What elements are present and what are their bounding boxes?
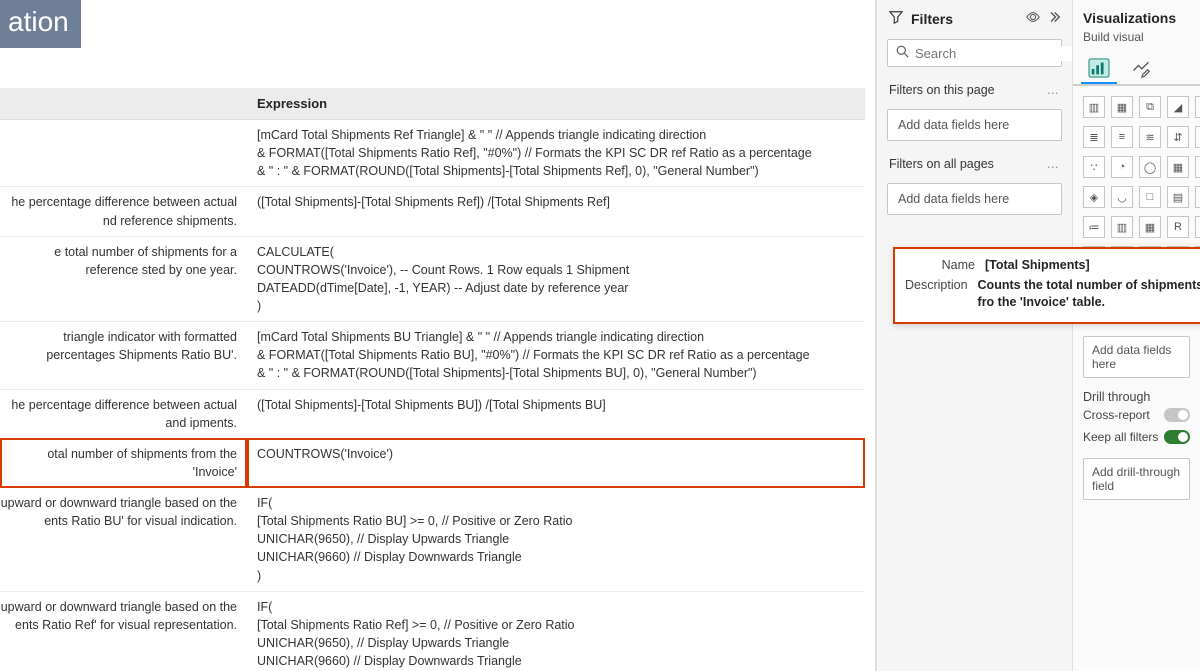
report-canvas[interactable]: ation Expression [mCard Total Shipments …	[0, 0, 875, 671]
table-row[interactable]: triangle indicator with formatted percen…	[0, 322, 865, 389]
filters-on-all-label: Filters on all pages	[889, 157, 994, 171]
viz-type-filled[interactable]: ◈	[1083, 186, 1105, 208]
viz-type-bar[interactable]: ▥	[1083, 96, 1105, 118]
viz-type-pie[interactable]: ◔	[1111, 156, 1133, 178]
col-expression-header: Expression	[247, 88, 865, 120]
tab-build-visual[interactable]	[1085, 54, 1113, 82]
keep-filters-label: Keep all filters	[1083, 430, 1158, 444]
cross-report-toggle[interactable]	[1164, 408, 1190, 422]
funnel-icon	[889, 10, 903, 27]
viz-type-stacked[interactable]: ≣	[1083, 126, 1105, 148]
keep-filters-toggle[interactable]	[1164, 430, 1190, 444]
cell-description: he percentage difference between actual …	[0, 187, 247, 236]
cell-description: e total number of shipments for a refere…	[0, 236, 247, 322]
cell-description: otal number of shipments from the 'Invoi…	[0, 438, 247, 487]
values-dropzone[interactable]: Add data fields here	[1083, 336, 1190, 378]
viz-type-card[interactable]: □	[1139, 186, 1161, 208]
viz-type-ribbon[interactable]: ≋	[1139, 126, 1161, 148]
viz-type-combo[interactable]: ⧫	[1195, 96, 1200, 118]
filters-all-dropzone[interactable]: Add data fields here	[887, 183, 1062, 215]
cell-expression: ([Total Shipments]-[Total Shipments BU])…	[247, 389, 865, 438]
viz-type-kpi[interactable]: ◆	[1195, 186, 1200, 208]
cell-description: upward or downward triangle based on the…	[0, 488, 247, 592]
tooltip-name-value: [Total Shipments]	[985, 257, 1200, 275]
table-row[interactable]: he percentage difference between actual …	[0, 187, 865, 236]
visualizations-pane: Visualizations Build visual ▥ ▦ ⧉ ◢ ⧫ ≣ ≡ ≋ ⇵ ▽ ∵ ◔…	[1072, 0, 1200, 671]
filters-page-dropzone[interactable]: Add data fields here	[887, 109, 1062, 141]
filters-pane: Filters Filters on this page …	[876, 0, 1072, 671]
viz-type-funnel[interactable]: ▽	[1195, 126, 1200, 148]
table-row[interactable]: upward or downward triangle based on the…	[0, 591, 865, 671]
cell-description	[0, 120, 247, 187]
cell-expression: [mCard Total Shipments Ref Triangle] & "…	[247, 120, 865, 187]
page-title-fragment: ation	[0, 0, 81, 48]
drill-through-label: Drill through	[1083, 390, 1190, 404]
col-description-header	[0, 88, 247, 120]
filters-title: Filters	[911, 11, 1018, 27]
table-row[interactable]: e total number of shipments for a refere…	[0, 236, 865, 322]
viz-type-py[interactable]: Py	[1195, 216, 1200, 238]
viz-type-map[interactable]: ⊞	[1195, 156, 1200, 178]
viz-type-rscript[interactable]: R	[1167, 216, 1189, 238]
viz-type-matrix[interactable]: ▦	[1139, 216, 1161, 238]
viz-type-line[interactable]: ⧉	[1139, 96, 1161, 118]
table-row[interactable]: he percentage difference between actual …	[0, 389, 865, 438]
viz-type-waterfall[interactable]: ⇵	[1167, 126, 1189, 148]
viz-type-area[interactable]: ◢	[1167, 96, 1189, 118]
measure-tooltip: Name [Total Shipments] Description Count…	[893, 247, 1200, 324]
tooltip-desc-value: Counts the total number of shipments fro…	[978, 277, 1200, 312]
viz-title: Visualizations	[1083, 10, 1190, 26]
eye-icon[interactable]	[1026, 10, 1040, 27]
filters-search[interactable]	[887, 39, 1062, 67]
viz-type-stacked2[interactable]: ≡	[1111, 126, 1133, 148]
cell-description: he percentage difference between actual …	[0, 389, 247, 438]
cell-expression: CALCULATE( COUNTROWS('Invoice'), -- Coun…	[247, 236, 865, 322]
viz-type-col[interactable]: ▦	[1111, 96, 1133, 118]
cell-expression: ([Total Shipments]-[Total Shipments Ref]…	[247, 187, 865, 236]
viz-type-treemap[interactable]: ▦	[1167, 156, 1189, 178]
viz-type-multi[interactable]: ▤	[1167, 186, 1189, 208]
viz-type-gauge[interactable]: ◡	[1111, 186, 1133, 208]
filters-search-input[interactable]	[915, 46, 1091, 61]
table-row[interactable]: [mCard Total Shipments Ref Triangle] & "…	[0, 120, 865, 187]
search-icon	[896, 45, 909, 61]
drill-through-dropzone[interactable]: Add drill-through field	[1083, 458, 1190, 500]
cell-expression: IF( [Total Shipments Ratio Ref] >= 0, //…	[247, 591, 865, 671]
measures-table[interactable]: Expression [mCard Total Shipments Ref Tr…	[0, 88, 865, 671]
ellipsis-icon[interactable]: …	[1047, 83, 1061, 97]
viz-subtitle: Build visual	[1073, 30, 1200, 50]
cell-expression: IF( [Total Shipments Ratio BU] >= 0, // …	[247, 488, 865, 592]
tab-format-visual[interactable]	[1127, 54, 1155, 82]
table-header-row: Expression	[0, 88, 865, 120]
cell-expression: COUNTROWS('Invoice')	[247, 438, 865, 487]
viz-type-scatter[interactable]: ∵	[1083, 156, 1105, 178]
cross-report-label: Cross-report	[1083, 408, 1150, 422]
ellipsis-icon[interactable]: …	[1047, 157, 1061, 171]
filters-on-page-label: Filters on this page	[889, 83, 995, 97]
viz-type-slicer[interactable]: ≔	[1083, 216, 1105, 238]
cell-description: upward or downward triangle based on the…	[0, 591, 247, 671]
tooltip-desc-label: Description	[905, 277, 968, 312]
table-row[interactable]: otal number of shipments from the 'Invoi…	[0, 438, 865, 487]
expand-icon[interactable]	[1048, 11, 1060, 26]
cell-expression: [mCard Total Shipments BU Triangle] & " …	[247, 322, 865, 389]
viz-type-table[interactable]: ▥	[1111, 216, 1133, 238]
tooltip-name-label: Name	[905, 257, 975, 275]
viz-type-donut[interactable]: ◯	[1139, 156, 1161, 178]
cell-description: triangle indicator with formatted percen…	[0, 322, 247, 389]
table-row[interactable]: upward or downward triangle based on the…	[0, 488, 865, 592]
